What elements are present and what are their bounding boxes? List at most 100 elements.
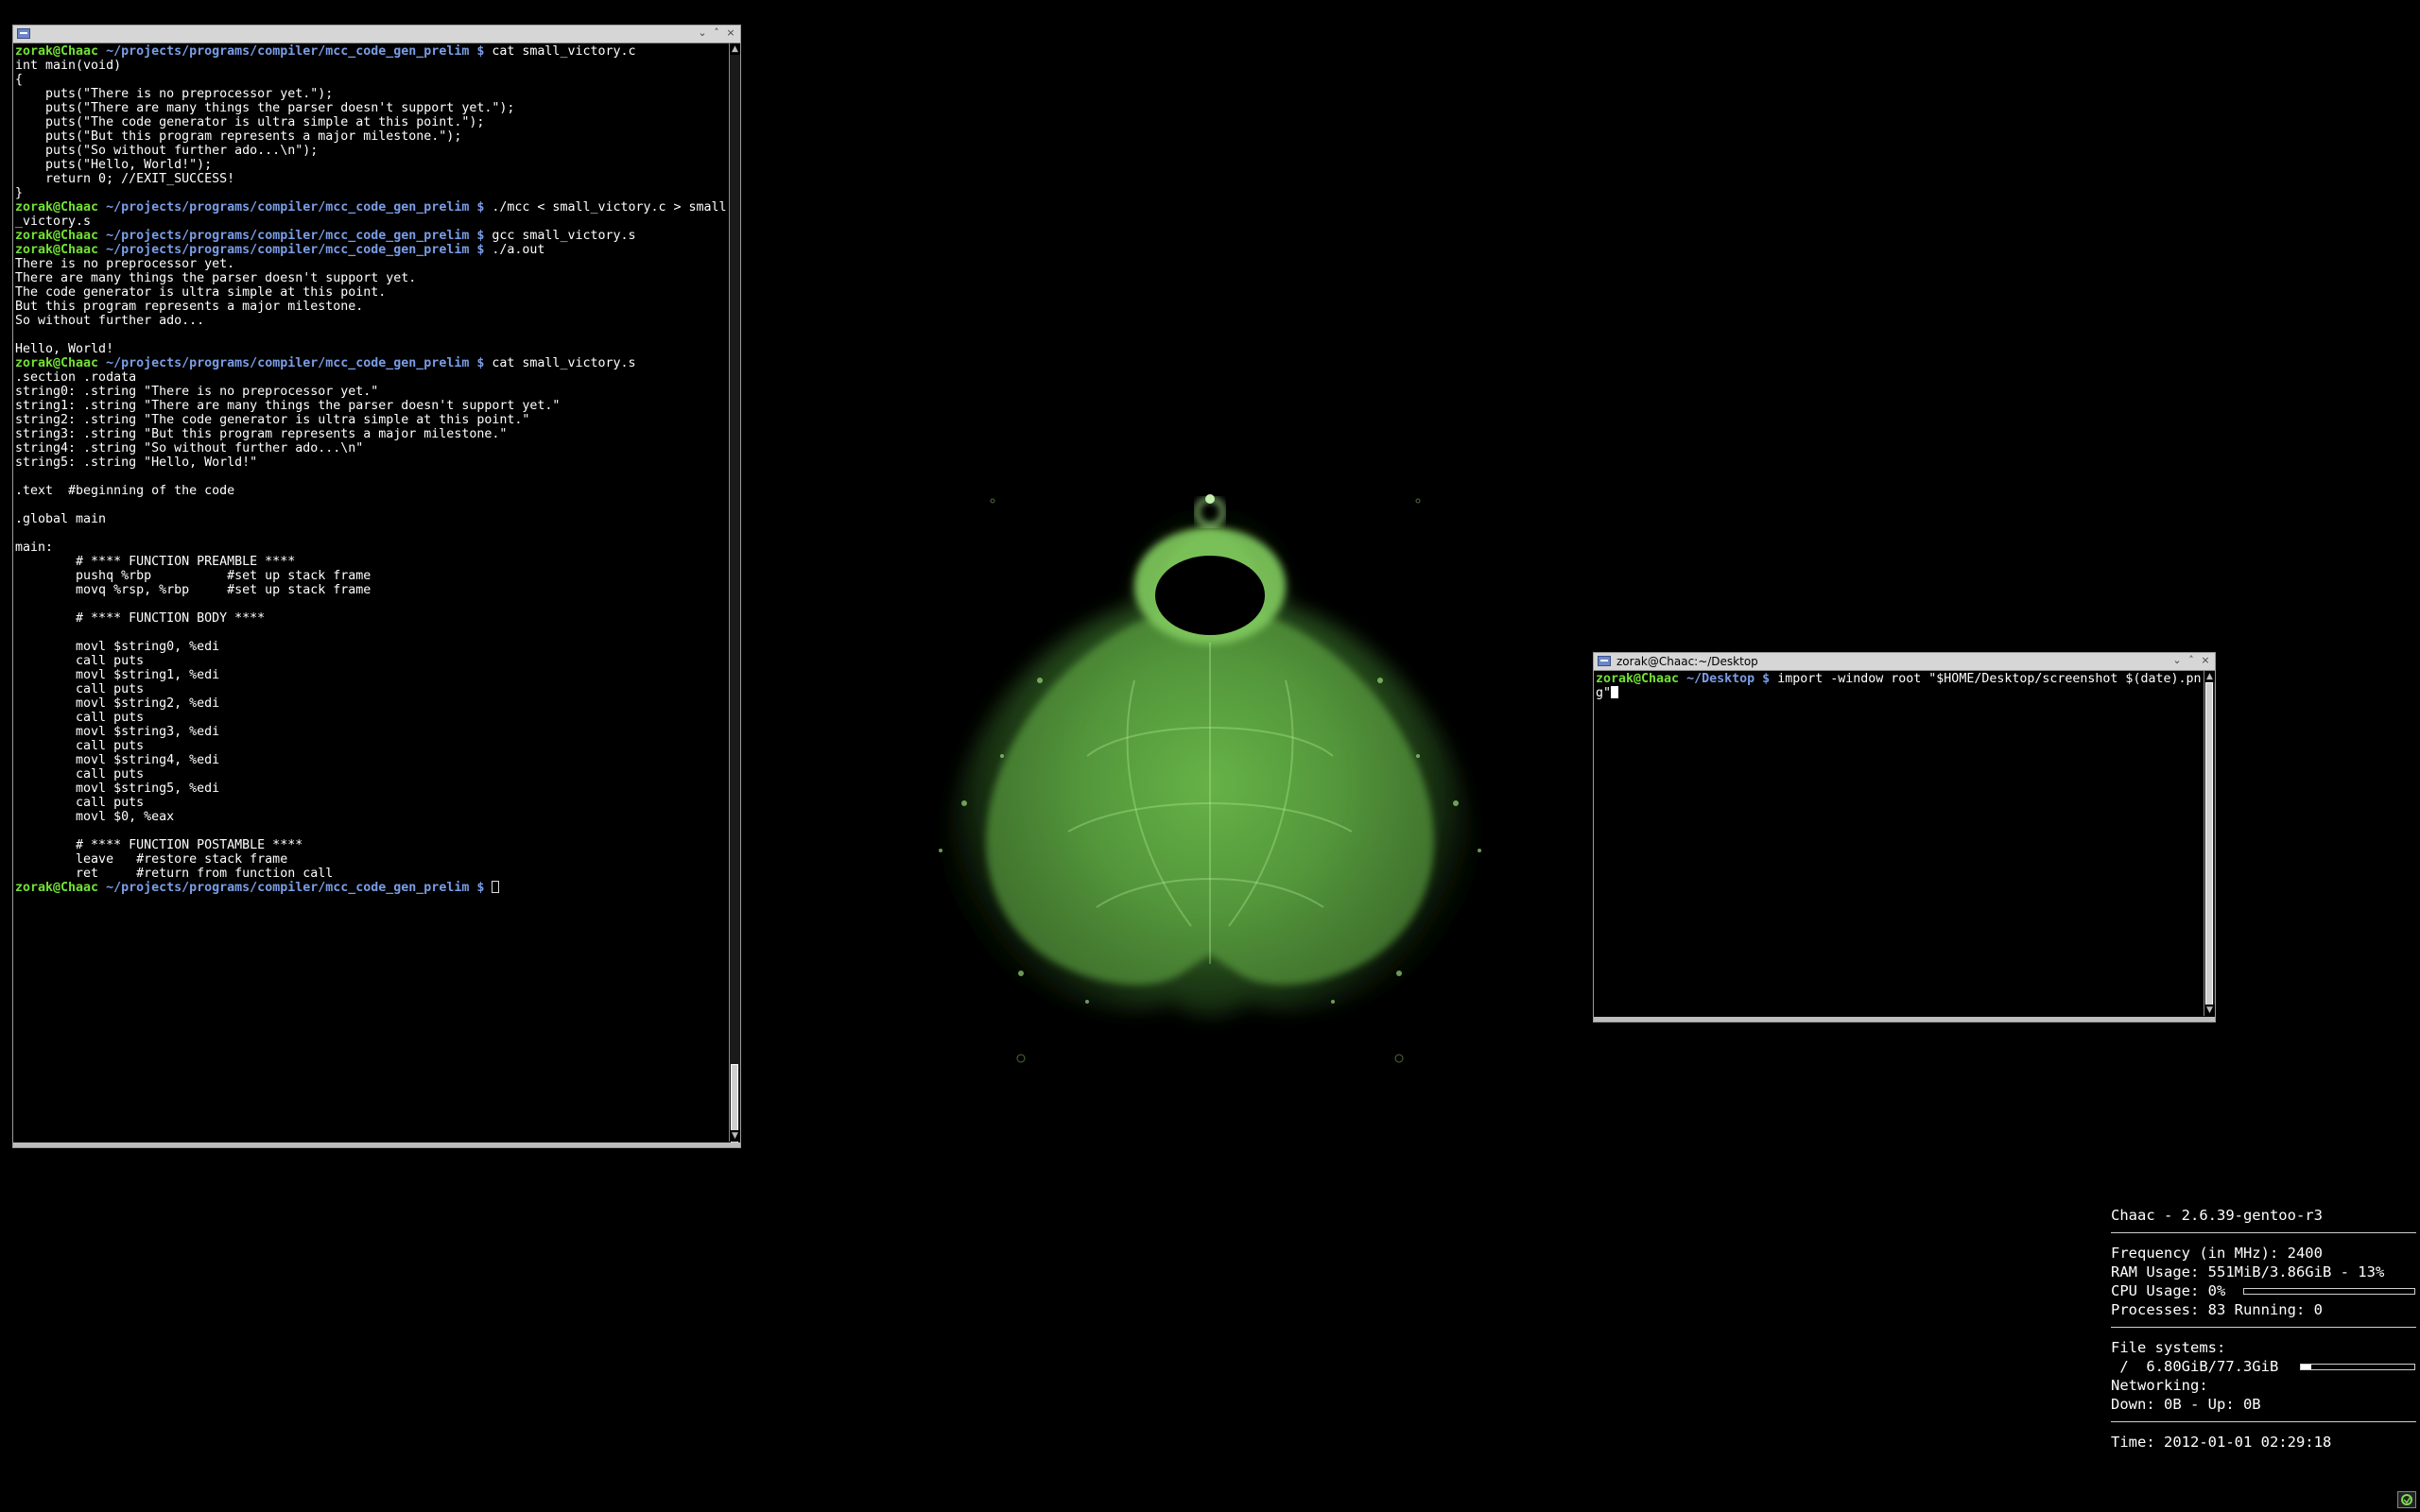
maximize-icon[interactable]: ˄	[711, 26, 722, 39]
output-text: movl $string5, %edi	[15, 782, 220, 796]
prompt-path: ~/Desktop	[1686, 672, 1755, 686]
output-line: # **** FUNCTION BODY ****	[15, 611, 727, 626]
output-text: The code generator is ultra simple at th…	[15, 285, 387, 300]
window-menu-icon[interactable]	[17, 28, 30, 39]
output-line: movl $0, %eax	[15, 810, 727, 824]
output-line: call puts	[15, 711, 727, 725]
prompt-symbol: $	[476, 200, 485, 215]
output-line: movq %rsp, %rbp #set up stack frame	[15, 583, 727, 597]
scroll-up-icon[interactable]: ▲	[2204, 671, 2215, 682]
minimize-icon[interactable]: ⌄	[697, 26, 708, 39]
cpu-usage-row: CPU Usage: 0%	[2111, 1281, 2416, 1300]
output-line: movl $string1, %edi	[15, 668, 727, 682]
text-cursor	[1611, 686, 1619, 698]
output-text: call puts	[15, 739, 145, 753]
filesystem-root-row: / 6.80GiB/77.3GiB	[2111, 1357, 2416, 1376]
scroll-down-icon[interactable]: ▼	[730, 1130, 740, 1142]
output-text: movq %rsp, %rbp #set up stack frame	[15, 583, 372, 597]
output-line: puts("But this program represents a majo…	[15, 129, 727, 144]
cpu-usage-bar	[2243, 1288, 2415, 1295]
output-line: But this program represents a major mile…	[15, 300, 727, 314]
output-line: There are many things the parser doesn't…	[15, 271, 727, 285]
output-text: movl $string1, %edi	[15, 668, 220, 682]
output-line: .section .rodata	[15, 370, 727, 385]
command-text: import -window root "$HOME/Desktop/scree…	[1777, 672, 2202, 686]
prompt-line: zorak@Chaac ~/projects/programs/compiler…	[15, 44, 727, 59]
output-text: string4: .string "So without further ado…	[15, 441, 364, 455]
prompt-path: ~/projects/programs/compiler/mcc_code_ge…	[106, 243, 470, 257]
close-icon[interactable]: ×	[725, 26, 736, 39]
filesystems-title: File systems:	[2111, 1339, 2226, 1356]
output-text: {	[15, 73, 24, 87]
window-resize-handle[interactable]	[13, 1143, 740, 1147]
prompt-symbol: $	[476, 229, 485, 243]
prompt-user: zorak@Chaac	[15, 44, 99, 59]
output-line: call puts	[15, 739, 727, 753]
ram-usage: RAM Usage: 551MiB/3.86GiB - 13%	[2111, 1263, 2385, 1280]
filesystem-root-bar	[2300, 1364, 2415, 1370]
conky-header: Chaac - 2.6.39-gentoo-r3	[2111, 1207, 2323, 1224]
output-text: string3: .string "But this program repre…	[15, 427, 508, 441]
output-text: puts("So without further ado...\n");	[15, 144, 319, 158]
prompt-symbol: $	[476, 44, 485, 59]
scrollbar-thumb[interactable]	[2205, 682, 2213, 1005]
window-menu-icon[interactable]	[1598, 656, 1611, 666]
prompt-user: zorak@Chaac	[15, 356, 99, 370]
minimize-icon[interactable]: ⌄	[2171, 654, 2183, 666]
output-text: # **** FUNCTION BODY ****	[15, 611, 266, 626]
scrollbar[interactable]: ▲ ▼	[2204, 671, 2215, 1016]
window-resize-handle[interactable]	[1594, 1017, 2215, 1022]
prompt-line: zorak@Chaac ~/projects/programs/compiler…	[15, 356, 727, 370]
output-line: Hello, World!	[15, 342, 727, 356]
output-text: There is no preprocessor yet.	[15, 257, 235, 271]
output-line: There is no preprocessor yet.	[15, 257, 727, 271]
output-line: movl $string3, %edi	[15, 725, 727, 739]
output-text: int main(void)	[15, 59, 122, 73]
window-controls: ⌄ ˄ ×	[2171, 654, 2211, 666]
prompt-user: zorak@Chaac	[15, 881, 99, 895]
output-line: movl $string0, %edi	[15, 640, 727, 654]
prompt-line: zorak@Chaac ~/projects/programs/compiler…	[15, 243, 727, 257]
window-titlebar[interactable]: zorak@Chaac:~/Desktop ⌄ ˄ ×	[1594, 653, 2215, 671]
terminal-output[interactable]: zorak@Chaac ~/Desktop $ import -window r…	[1596, 672, 2202, 1016]
output-text: return 0; //EXIT_SUCCESS!	[15, 172, 235, 186]
prompt-line: zorak@Chaac ~/projects/programs/compiler…	[15, 229, 727, 243]
maximize-icon[interactable]: ˄	[2186, 654, 2197, 666]
terminal-output[interactable]: zorak@Chaac ~/projects/programs/compiler…	[15, 44, 727, 1142]
command-text: ./mcc < small_victory.c > small	[492, 200, 727, 215]
output-text: Hello, World!	[15, 342, 114, 356]
scroll-up-icon[interactable]: ▲	[730, 43, 740, 55]
prompt-symbol: $	[1762, 672, 1771, 686]
tray-app-icon[interactable]	[2397, 1491, 2416, 1508]
output-text: string1: .string "There are many things …	[15, 399, 561, 413]
prompt-user: zorak@Chaac	[1596, 672, 1680, 686]
output-line: _victory.s	[15, 215, 727, 229]
prompt-path: ~/projects/programs/compiler/mcc_code_ge…	[106, 356, 470, 370]
prompt-path: ~/projects/programs/compiler/mcc_code_ge…	[106, 229, 470, 243]
scrollbar[interactable]: ▲ ▼	[729, 43, 740, 1143]
cpu-usage-label: CPU Usage: 0%	[2111, 1282, 2226, 1299]
scroll-down-icon[interactable]: ▼	[2204, 1005, 2215, 1016]
output-line: .text #beginning of the code	[15, 484, 727, 498]
close-icon[interactable]: ×	[2200, 654, 2211, 666]
output-text: call puts	[15, 796, 145, 810]
output-text: ret #return from function call	[15, 867, 334, 881]
output-text: But this program represents a major mile…	[15, 300, 364, 314]
terminal-window-compiler[interactable]: ⌄ ˄ × zorak@Chaac ~/projects/programs/co…	[12, 25, 741, 1148]
output-text: call puts	[15, 654, 145, 668]
output-line: So without further ado...	[15, 314, 727, 328]
terminal-window-desktop[interactable]: zorak@Chaac:~/Desktop ⌄ ˄ × zorak@Chaac …	[1593, 652, 2216, 1022]
output-text: movl $string0, %edi	[15, 640, 220, 654]
output-line: puts("The code generator is ultra simple…	[15, 115, 727, 129]
filesystem-root-usage: / 6.80GiB/77.3GiB	[2111, 1358, 2279, 1375]
process-count: Processes: 83 Running: 0	[2111, 1301, 2323, 1318]
output-line: string4: .string "So without further ado…	[15, 441, 727, 455]
output-text: There are many things the parser doesn't…	[15, 271, 417, 285]
output-line: The code generator is ultra simple at th…	[15, 285, 727, 300]
window-titlebar[interactable]: ⌄ ˄ ×	[13, 26, 740, 43]
